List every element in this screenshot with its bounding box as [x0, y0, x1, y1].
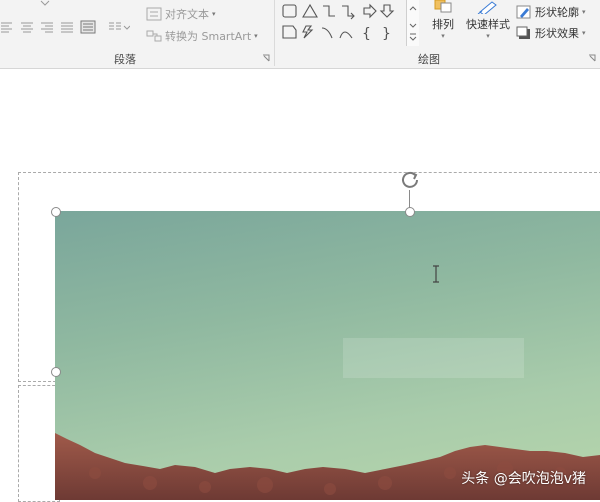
smartart-icon [146, 30, 162, 42]
chevron-down-icon: ▾ [254, 32, 258, 40]
arrange-icon [434, 0, 452, 13]
elbow-connector-icon [323, 5, 335, 17]
more-icon [409, 36, 417, 41]
chevron-down-icon: ▾ [582, 8, 586, 16]
drawing-group-label: 绘图 [418, 53, 440, 66]
chevron-down-icon: ▾ [486, 32, 490, 40]
quick-styles-label: 快速样式 [466, 18, 510, 31]
arc-shape-icon [339, 31, 353, 39]
elbow-arrow-icon [342, 5, 355, 20]
resize-handle-middle-left[interactable] [51, 367, 61, 377]
group-separator [274, 0, 275, 66]
convert-smartart-button[interactable]: 转换为 SmartArt ▾ [146, 28, 258, 44]
gallery-scrollbar[interactable] [406, 0, 419, 46]
freeform-shape-icon [282, 25, 297, 39]
text-cursor-icon [433, 265, 439, 283]
align-text-label: 对齐文本 [165, 8, 209, 21]
scroll-down-icon [409, 23, 417, 28]
quick-styles-icon [477, 1, 497, 14]
content-placeholder[interactable] [18, 385, 60, 502]
shape-effects-label: 形状效果 [535, 27, 579, 40]
ribbon: 对齐文本 ▾ 转换为 SmartArt ▾ 段落 {} 排列 ▾ 快速样式 ▾… [0, 0, 600, 69]
arrange-button[interactable]: 排列 ▾ [428, 0, 458, 40]
align-text-button[interactable]: 对齐文本 ▾ [146, 6, 216, 22]
chevron-down-icon: ▾ [441, 32, 445, 40]
text-box[interactable] [343, 338, 524, 378]
shape-gallery[interactable]: { } [278, 0, 406, 46]
down-arrow-shape-icon [379, 4, 395, 18]
curve-shape-icon [321, 27, 333, 39]
align-left-icon[interactable] [0, 20, 14, 34]
columns-icon[interactable] [108, 20, 130, 34]
resize-handle-top-center[interactable] [405, 207, 415, 217]
triangle-shape-icon [302, 3, 318, 18]
lightning-shape-icon [302, 25, 314, 39]
shape-effects-button[interactable]: 形状效果 ▾ [516, 25, 586, 41]
left-brace-icon: { [362, 26, 371, 42]
dialog-launcher-icon[interactable] [262, 54, 270, 62]
chevron-down-icon: ▾ [212, 10, 216, 18]
chevron-down-icon: ▾ [582, 29, 586, 37]
shape-effects-icon [516, 26, 530, 39]
shape-outline-button[interactable]: 形状轮廓 ▾ [516, 4, 586, 20]
dialog-launcher-icon[interactable] [588, 54, 596, 62]
rotate-connector [409, 190, 410, 208]
rotate-handle-icon[interactable] [398, 167, 422, 191]
align-center-icon[interactable] [20, 20, 34, 34]
watermark: 头条 @会吹泡泡v猪 [461, 471, 586, 487]
pen-icon [516, 5, 531, 19]
align-text-icon [146, 7, 162, 21]
arrange-label: 排列 [432, 18, 454, 31]
justify-icon[interactable] [60, 20, 74, 34]
paragraph-group-label: 段落 [114, 53, 136, 66]
right-brace-icon: } [382, 26, 391, 42]
quick-styles-button[interactable]: 快速样式 ▾ [462, 0, 514, 40]
right-arrow-shape-icon [363, 3, 377, 19]
distributed-icon[interactable] [80, 20, 96, 34]
resize-handle-top-left[interactable] [51, 207, 61, 217]
rectangle-shape-icon [282, 4, 297, 18]
scroll-up-icon [409, 6, 417, 11]
dropdown-arrow-icon[interactable] [40, 0, 50, 8]
align-right-icon[interactable] [40, 20, 54, 34]
gallery-scroll-icons [409, 6, 417, 41]
convert-smartart-label: 转换为 SmartArt [165, 30, 252, 43]
shape-outline-label: 形状轮廓 [535, 6, 579, 19]
shapes-grid: { } [282, 3, 395, 42]
